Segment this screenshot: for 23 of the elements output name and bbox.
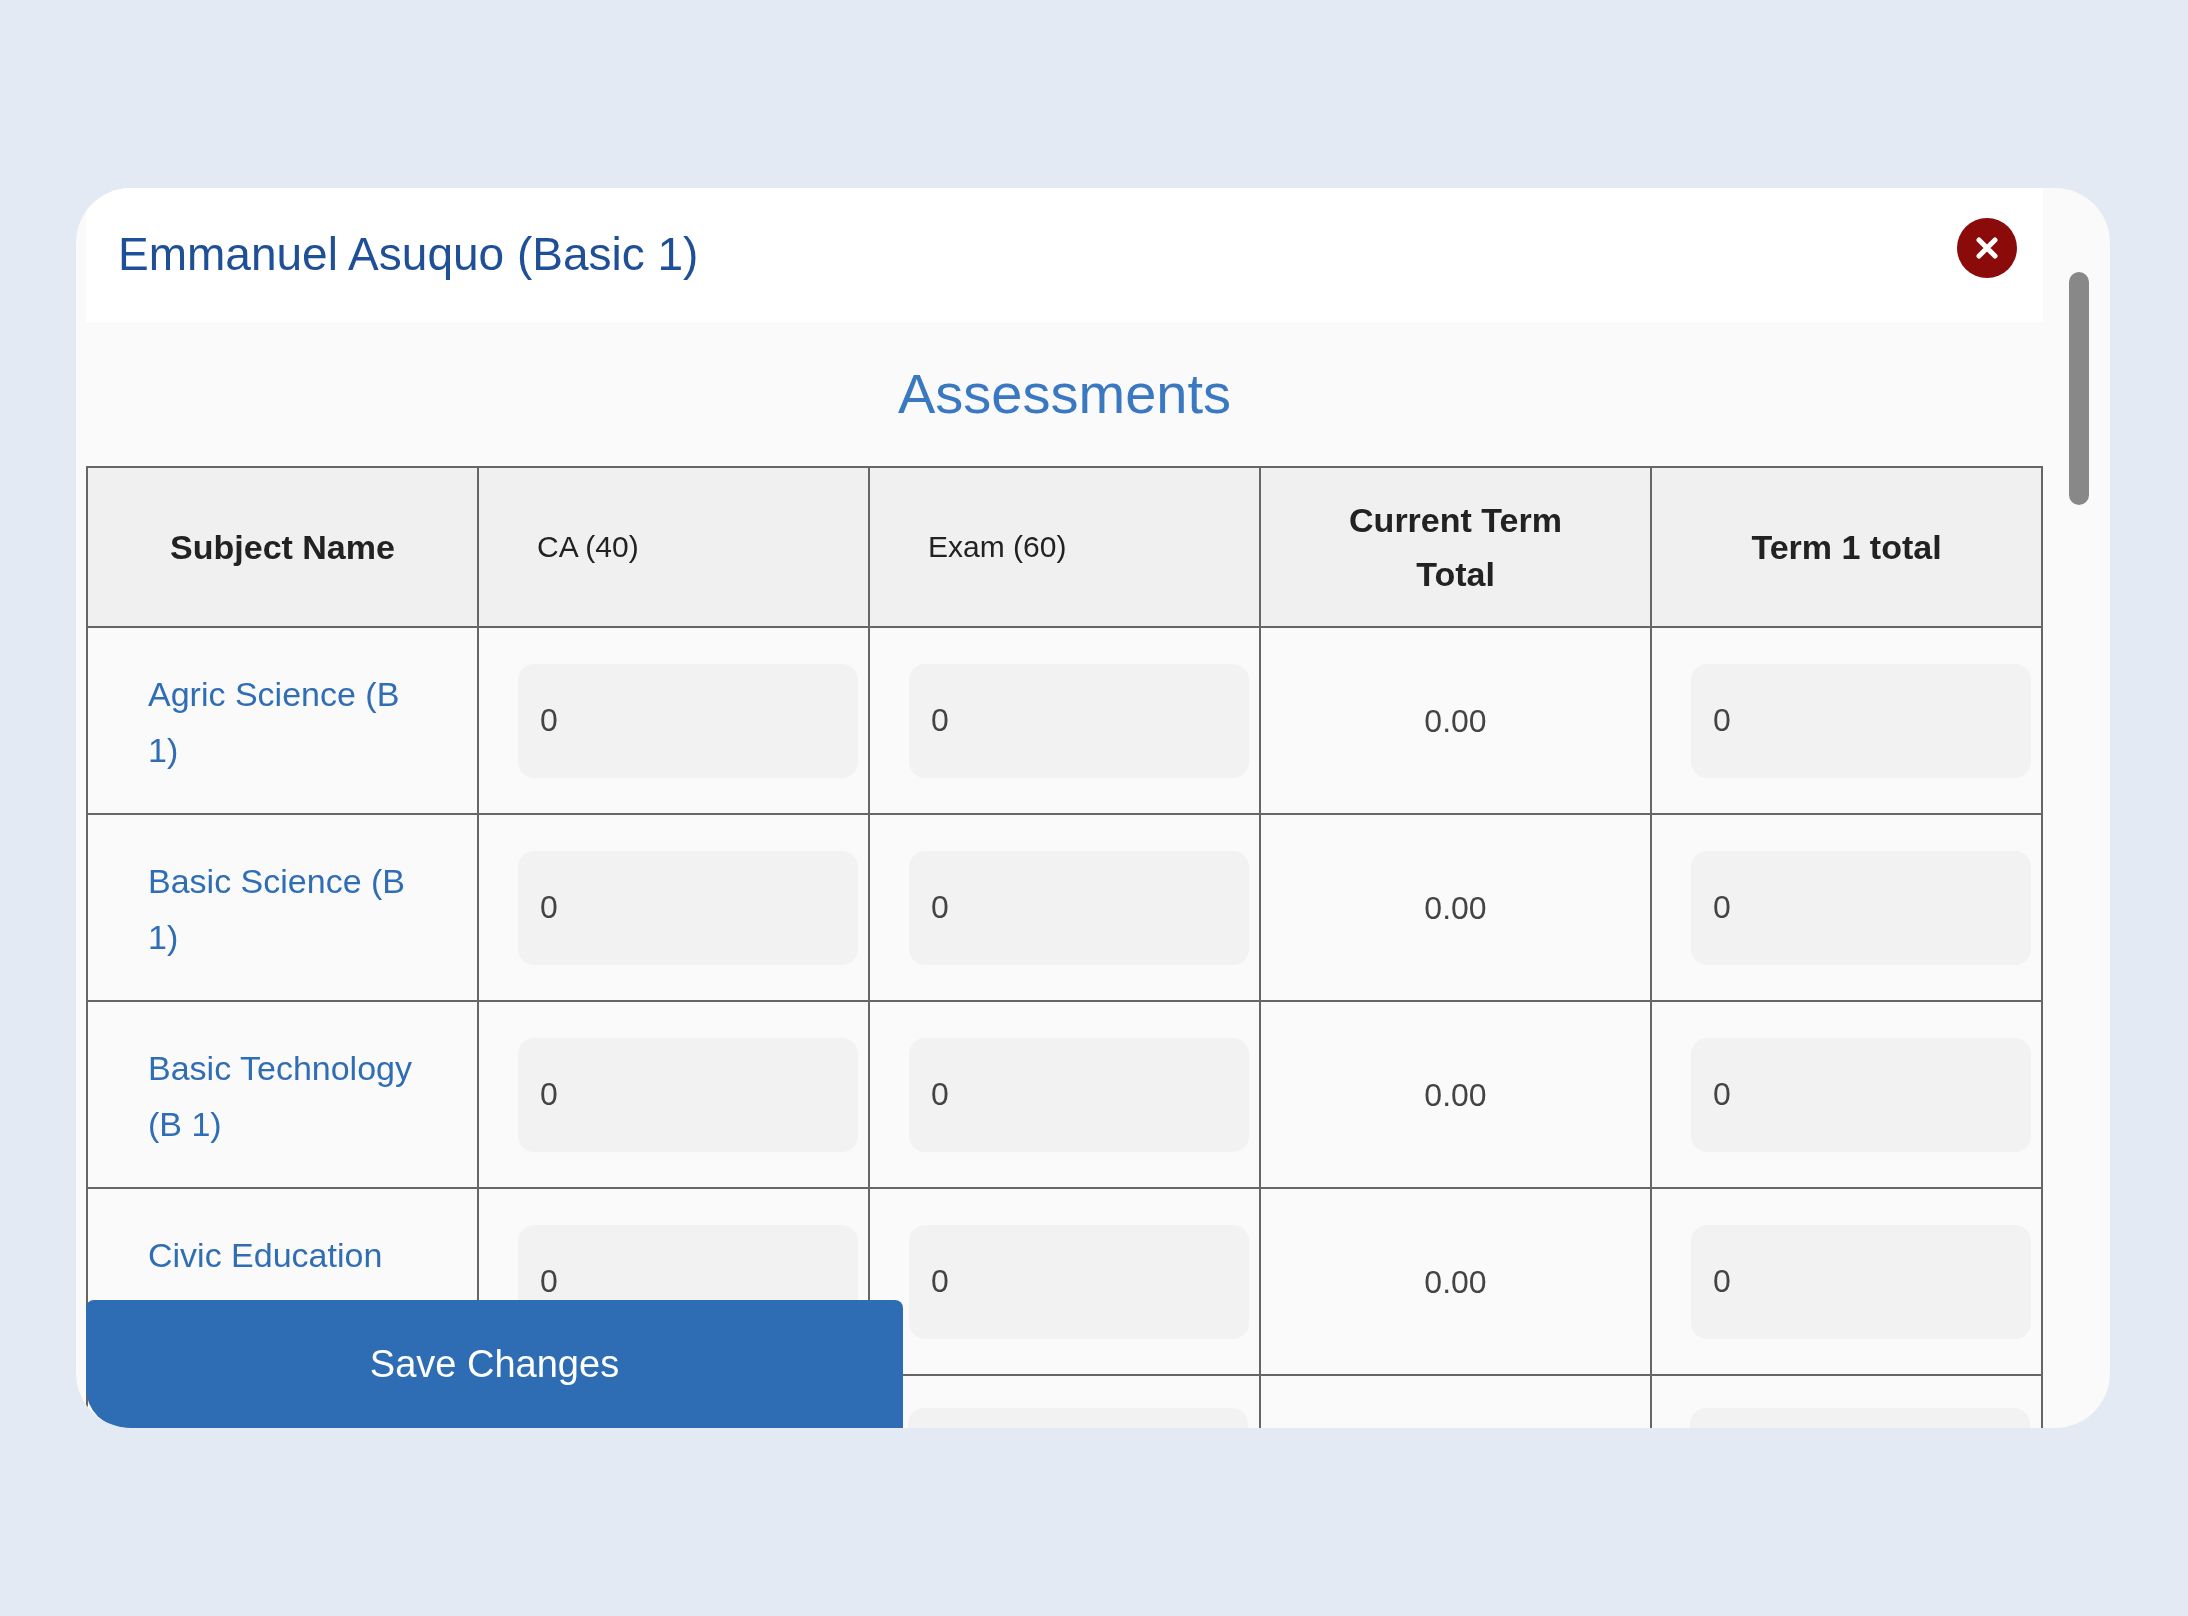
score-field[interactable]: 0 [909, 663, 1249, 778]
total-value: 0.00 [1424, 889, 1487, 926]
score-field[interactable]: 0 [1691, 663, 2031, 778]
dialog-title: Emmanuel Asuquo (Basic 1) [118, 227, 699, 283]
score-field[interactable]: 0 [1691, 1224, 2031, 1339]
score-field[interactable]: 0 [909, 1037, 1249, 1152]
score-field[interactable]: 0 [518, 1037, 858, 1152]
column-header: Exam (60) [869, 467, 1260, 627]
column-header: Subject Name [87, 467, 478, 627]
score-field[interactable]: 0 [1691, 850, 2031, 965]
total-value: 0.00 [1424, 1076, 1487, 1113]
total-value: 0.00 [1424, 1263, 1487, 1300]
score-field[interactable]: 0 [909, 850, 1249, 965]
column-header: Current Term Total [1260, 467, 1651, 627]
column-header: CA (40) [478, 467, 869, 627]
score-field[interactable]: 0 [1691, 1037, 2031, 1152]
total-value: 0.00 [1424, 702, 1487, 739]
column-header: Term 1 total [1651, 467, 2042, 627]
save-button[interactable]: Save Changes [86, 1300, 903, 1428]
score-field[interactable]: 0 [518, 850, 858, 965]
score-field[interactable]: 0 [909, 1224, 1249, 1339]
section-title: Assessments [897, 361, 1232, 428]
score-field[interactable]: 0 [518, 663, 858, 778]
